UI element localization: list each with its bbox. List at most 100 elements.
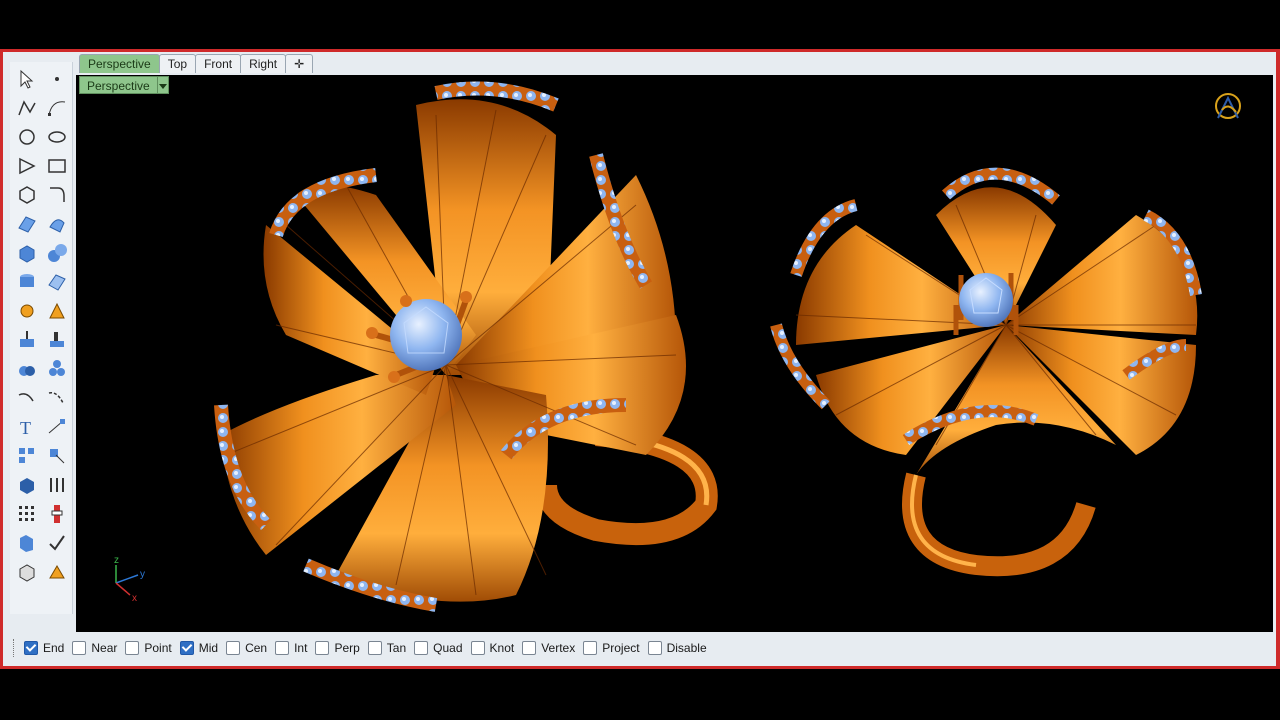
circle-icon[interactable] (14, 124, 40, 150)
osnap-int[interactable]: Int (275, 641, 307, 655)
osnap-checkbox[interactable] (24, 641, 38, 655)
osnap-checkbox[interactable] (367, 641, 382, 655)
dimension-icon[interactable] (44, 414, 70, 440)
tab-right[interactable]: Right (240, 54, 287, 73)
boolean-icon[interactable] (44, 327, 70, 353)
osnap-checkbox[interactable] (72, 641, 87, 655)
osnap-label: Project (602, 641, 640, 655)
osnap-label: Vertex (541, 641, 576, 655)
gear-tools-icon[interactable] (14, 298, 40, 324)
left-toolbar: T (10, 62, 73, 614)
osnap-label: Quad (433, 641, 463, 655)
layer-icon[interactable] (44, 472, 70, 498)
plus-icon: ✛ (294, 57, 305, 71)
osnap-label: Tan (386, 641, 407, 655)
osnap-label: Perp (334, 641, 360, 655)
osnap-end[interactable]: End (24, 641, 64, 655)
osnap-checkbox[interactable] (470, 641, 485, 655)
osnap-checkbox[interactable] (414, 641, 429, 655)
cylinder-icon[interactable] (14, 269, 40, 295)
text-icon[interactable]: T (14, 414, 40, 440)
axis-x-label: x (132, 593, 137, 604)
axis-gizmo: z y x (114, 555, 145, 604)
transform-icon[interactable] (44, 443, 70, 469)
osnap-label: Int (294, 641, 308, 655)
osnap-checkbox[interactable] (125, 641, 140, 655)
curve-control-points-icon[interactable] (44, 95, 70, 121)
check-icon[interactable] (44, 501, 70, 527)
rhino-window: T Perspective Top Front Right ✛ z y x Pe… (0, 49, 1280, 669)
osnap-tan[interactable]: Tan (367, 641, 407, 655)
tab-top[interactable]: Top (158, 54, 197, 73)
osnap-checkbox[interactable] (226, 641, 241, 655)
osnap-vertex[interactable]: Vertex (522, 641, 575, 655)
osnap-knot[interactable]: Knot (470, 641, 515, 655)
tab-front[interactable]: Front (195, 54, 242, 73)
curve-tools-icon[interactable] (14, 182, 40, 208)
explode-icon[interactable] (44, 356, 70, 382)
osnap-checkbox[interactable] (583, 641, 598, 655)
ellipse-icon[interactable] (44, 124, 70, 150)
osnap-label: Disable (666, 641, 707, 655)
sphere-solid-icon[interactable] (44, 240, 70, 266)
viewport-tabs: Perspective Top Front Right ✛ (79, 54, 314, 74)
surface-tools-icon[interactable] (44, 211, 70, 237)
osnap-label: Mid (198, 641, 219, 655)
grid-icon[interactable] (14, 501, 40, 527)
osnap-checkbox[interactable] (179, 641, 194, 655)
checkmark-icon[interactable] (44, 530, 70, 556)
osnap-bar: End Near Point Mid Cen Int Perp Tan Quad Knot Vert… (13, 637, 715, 659)
osnap-checkbox[interactable] (315, 641, 330, 655)
point-icon[interactable] (44, 66, 70, 92)
osnap-cen[interactable]: Cen (226, 641, 267, 655)
osnap-label: Point (144, 641, 172, 655)
osnap-near[interactable]: Near (72, 641, 117, 655)
tab-perspective[interactable]: Perspective (79, 54, 160, 73)
array-icon[interactable] (14, 443, 40, 469)
osnap-mid[interactable]: Mid (179, 641, 219, 655)
analyze-icon[interactable] (44, 298, 70, 324)
paint-icon[interactable] (44, 559, 70, 585)
add-viewport-tab-button[interactable]: ✛ (285, 54, 314, 73)
window-client-area: T Perspective Top Front Right ✛ z y x Pe… (3, 52, 1276, 666)
osnap-checkbox[interactable] (647, 641, 662, 655)
select-arrow-icon[interactable] (14, 66, 40, 92)
svg-text:T: T (20, 418, 31, 438)
osnap-label: Knot (489, 641, 515, 655)
osnap-project[interactable]: Project (583, 641, 640, 655)
viewport-menu-dropdown-icon[interactable] (157, 76, 169, 94)
axis-y-label: y (140, 569, 145, 580)
osnap-checkbox[interactable] (275, 641, 290, 655)
polygon-icon[interactable] (14, 153, 40, 179)
join-icon[interactable] (14, 356, 40, 382)
rhino-logo-icon (1215, 93, 1241, 119)
surface-icon[interactable] (14, 211, 40, 237)
box-solid-icon[interactable] (14, 240, 40, 266)
viewport-title[interactable]: Perspective (79, 76, 158, 94)
osnap-label: Cen (245, 641, 268, 655)
left-ring-model (214, 81, 718, 612)
osnap-checkbox[interactable] (522, 641, 537, 655)
blend-curve-icon[interactable] (44, 385, 70, 411)
offset-curve-icon[interactable] (14, 385, 40, 411)
fillet-curve-icon[interactable] (44, 182, 70, 208)
properties-icon[interactable] (14, 530, 40, 556)
osnap-disable[interactable]: Disable (647, 641, 707, 655)
right-ring-model (770, 167, 1202, 577)
render-scene: z y x (114, 81, 1241, 612)
viewport-title-menu[interactable]: Perspective (79, 76, 169, 94)
render-icon[interactable] (14, 472, 40, 498)
osnap-quad[interactable]: Quad (414, 641, 463, 655)
axis-z-label: z (114, 555, 119, 566)
toolbar-grip[interactable] (13, 639, 16, 657)
mesh-icon[interactable] (44, 269, 70, 295)
extrude-icon[interactable] (14, 327, 40, 353)
solid-edit-icon[interactable] (14, 559, 40, 585)
osnap-point[interactable]: Point (125, 641, 172, 655)
perspective-viewport[interactable]: z y x Perspective (76, 75, 1273, 632)
osnap-label: End (43, 641, 65, 655)
rectangle-icon[interactable] (44, 153, 70, 179)
osnap-perp[interactable]: Perp (315, 641, 360, 655)
polyline-icon[interactable] (14, 95, 40, 121)
osnap-label: Near (91, 641, 118, 655)
